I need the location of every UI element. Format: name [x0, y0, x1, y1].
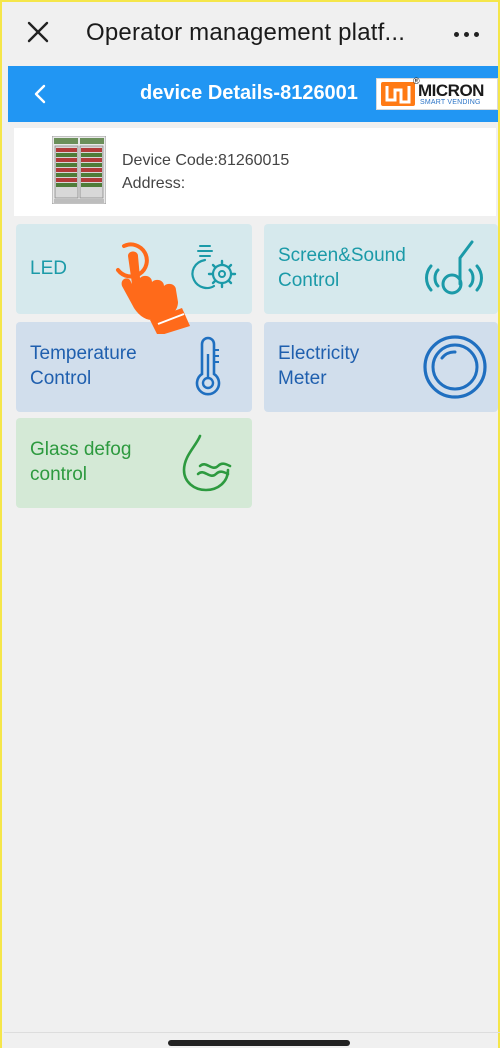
more-dots-icon[interactable]: [448, 24, 484, 44]
logo-brand: MICRON: [418, 81, 484, 100]
bulb-gear-icon: [191, 245, 237, 290]
water-drop-wave-icon: [182, 434, 232, 492]
meter-ring-icon: [423, 335, 487, 399]
micron-logo: ® MICRON SMART VENDING: [376, 76, 498, 110]
device-card: Device Code:81260015 Address:: [14, 128, 496, 216]
temperature-tile[interactable]: Temperature Control: [16, 322, 252, 412]
screen-sound-label: Screen&Sound Control: [278, 245, 406, 291]
glass-defog-label: Glass defog control: [30, 439, 132, 485]
electricity-tile[interactable]: Electricity Meter: [264, 322, 498, 412]
led-label: LED: [30, 258, 67, 279]
thermometer-icon: [195, 336, 221, 396]
top-bar: Operator management platf...: [2, 2, 498, 64]
app-frame: Operator management platf... device Deta…: [0, 0, 500, 1048]
page-title: Operator management platf...: [86, 19, 406, 46]
logo-mark-icon: [381, 82, 415, 106]
temperature-label: Temperature Control: [30, 343, 137, 389]
sound-note-icon: [425, 240, 483, 295]
home-indicator[interactable]: [168, 1040, 350, 1046]
back-button[interactable]: [28, 82, 52, 106]
screen-sound-tile[interactable]: Screen&Sound Control: [264, 224, 498, 314]
chevron-left-icon: [34, 84, 46, 104]
electricity-label: Electricity Meter: [278, 343, 360, 389]
vending-machine-image: [52, 136, 106, 204]
device-address: Address:: [122, 175, 186, 192]
led-tile[interactable]: LED: [16, 224, 252, 314]
close-icon[interactable]: [24, 18, 52, 46]
device-details-title: device Details-8126001: [140, 82, 358, 104]
bottom-separator: [4, 1032, 500, 1033]
glass-defog-tile[interactable]: Glass defog control: [16, 418, 252, 508]
logo-tagline: SMART VENDING: [420, 99, 481, 106]
device-code: Device Code:81260015: [122, 152, 290, 169]
header-bar: device Details-8126001 ® MICRON SMART VE…: [8, 66, 498, 122]
